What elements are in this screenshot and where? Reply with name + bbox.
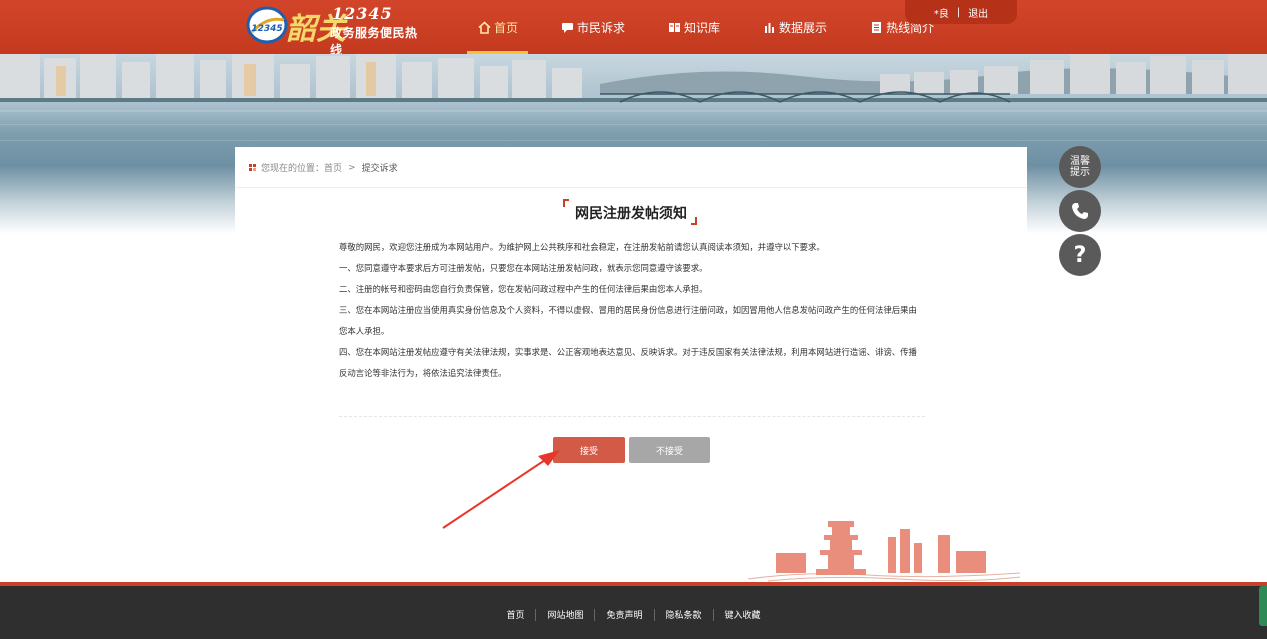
user-panel: *良 | 退出 [905, 0, 1017, 24]
logo-subtitle: 政务服务便民热线 [330, 26, 418, 57]
nav-item-home[interactable]: 首页 [467, 0, 529, 54]
breadcrumb-home[interactable]: 首页 [324, 161, 342, 174]
logout-link[interactable]: 退出 [968, 5, 988, 20]
phone-button[interactable] [1059, 190, 1101, 232]
nav-item-citizen-appeal[interactable]: 市民诉求 [550, 0, 635, 54]
tips-button[interactable]: 温馨 提示 [1059, 146, 1101, 188]
user-separator: | [956, 6, 961, 18]
notice-body: 尊敬的网民，欢迎您注册成为本网站用户。为维护网上公共秩序和社会稳定，在注册发帖前… [339, 237, 925, 384]
divider [339, 416, 925, 417]
footer-link-bookmark[interactable]: 键入收藏 [714, 608, 772, 621]
notice-paragraph: 二、注册的帐号和密码由您自行负责保管，您在发帖问政过程中产生的任何法律后果由您本… [339, 284, 708, 294]
tips-label-line1: 温馨 [1070, 156, 1090, 167]
logo-number: 12345 [332, 4, 393, 23]
notice-paragraph: 四、您在本网站注册发帖应遵守有关法律法规，实事求是、公正客观地表达意见、反映诉求… [339, 347, 917, 378]
breadcrumb: 您现在的位置： 首页 > 提交诉求 [249, 161, 398, 174]
accept-button[interactable]: 接受 [553, 437, 625, 463]
footer-links: 首页 网站地图 免责声明 隐私条款 键入收藏 [0, 608, 1267, 621]
decline-button[interactable]: 不接受 [629, 437, 710, 463]
location-icon [249, 164, 256, 171]
breadcrumb-prefix: 您现在的位置： [261, 164, 325, 174]
book-icon [667, 20, 681, 34]
document-icon [869, 20, 883, 34]
nav-label: 数据展示 [779, 20, 828, 35]
bar-chart-icon [762, 20, 776, 34]
nav-label: 知识库 [684, 20, 721, 35]
nav-item-knowledge-base[interactable]: 知识库 [657, 0, 730, 54]
notice-paragraph: 三、您在本网站注册应当使用真实身份信息及个人资料，不得以虚假、冒用的居民身份信息… [339, 305, 917, 336]
footer-link-privacy[interactable]: 隐私条款 [655, 608, 713, 621]
footer-link-home[interactable]: 首页 [495, 608, 535, 621]
site-footer: 首页 网站地图 免责声明 隐私条款 键入收藏 [0, 586, 1267, 639]
help-button[interactable]: ? [1059, 234, 1101, 276]
top-navigation-bar: 12345 韶关 12345 政务服务便民热线 首页 市民诉求 知识库 数据展示… [0, 0, 1267, 57]
chat-icon [560, 20, 574, 34]
site-logo[interactable]: 12345 韶关 12345 政务服务便民热线 [246, 4, 426, 57]
nav-item-data-display[interactable]: 数据展示 [752, 0, 837, 54]
notice-title: 网民注册发帖须知 [575, 206, 687, 222]
divider [235, 187, 1027, 188]
svg-text:12345: 12345 [251, 24, 282, 34]
side-feedback-tab[interactable] [1259, 586, 1267, 626]
help-icon: ? [1073, 242, 1087, 268]
phone-icon [1072, 203, 1088, 219]
logo-badge-icon: 12345 [246, 6, 288, 44]
landmark-illustration [748, 521, 1020, 582]
home-icon [477, 20, 491, 34]
username[interactable]: *良 [934, 5, 949, 20]
footer-link-disclaimer[interactable]: 免责声明 [595, 608, 653, 621]
breadcrumb-separator: > [348, 162, 356, 173]
nav-label: 首页 [494, 20, 519, 35]
main-nav: 首页 市民诉求 知识库 数据展示 热线简介 [467, 0, 966, 54]
breadcrumb-current: 提交诉求 [361, 164, 398, 174]
footer-link-sitemap[interactable]: 网站地图 [536, 608, 594, 621]
notice-paragraph: 尊敬的网民，欢迎您注册成为本网站用户。为维护网上公共秩序和社会稳定，在注册发帖前… [339, 242, 825, 252]
title-bracket-right [691, 217, 697, 225]
nav-label: 市民诉求 [577, 20, 626, 35]
tips-label-line2: 提示 [1070, 167, 1090, 178]
notice-paragraph: 一、您同意遵守本要求后方可注册发帖，只要您在本网站注册发帖问政，就表示您同意遵守… [339, 263, 708, 273]
